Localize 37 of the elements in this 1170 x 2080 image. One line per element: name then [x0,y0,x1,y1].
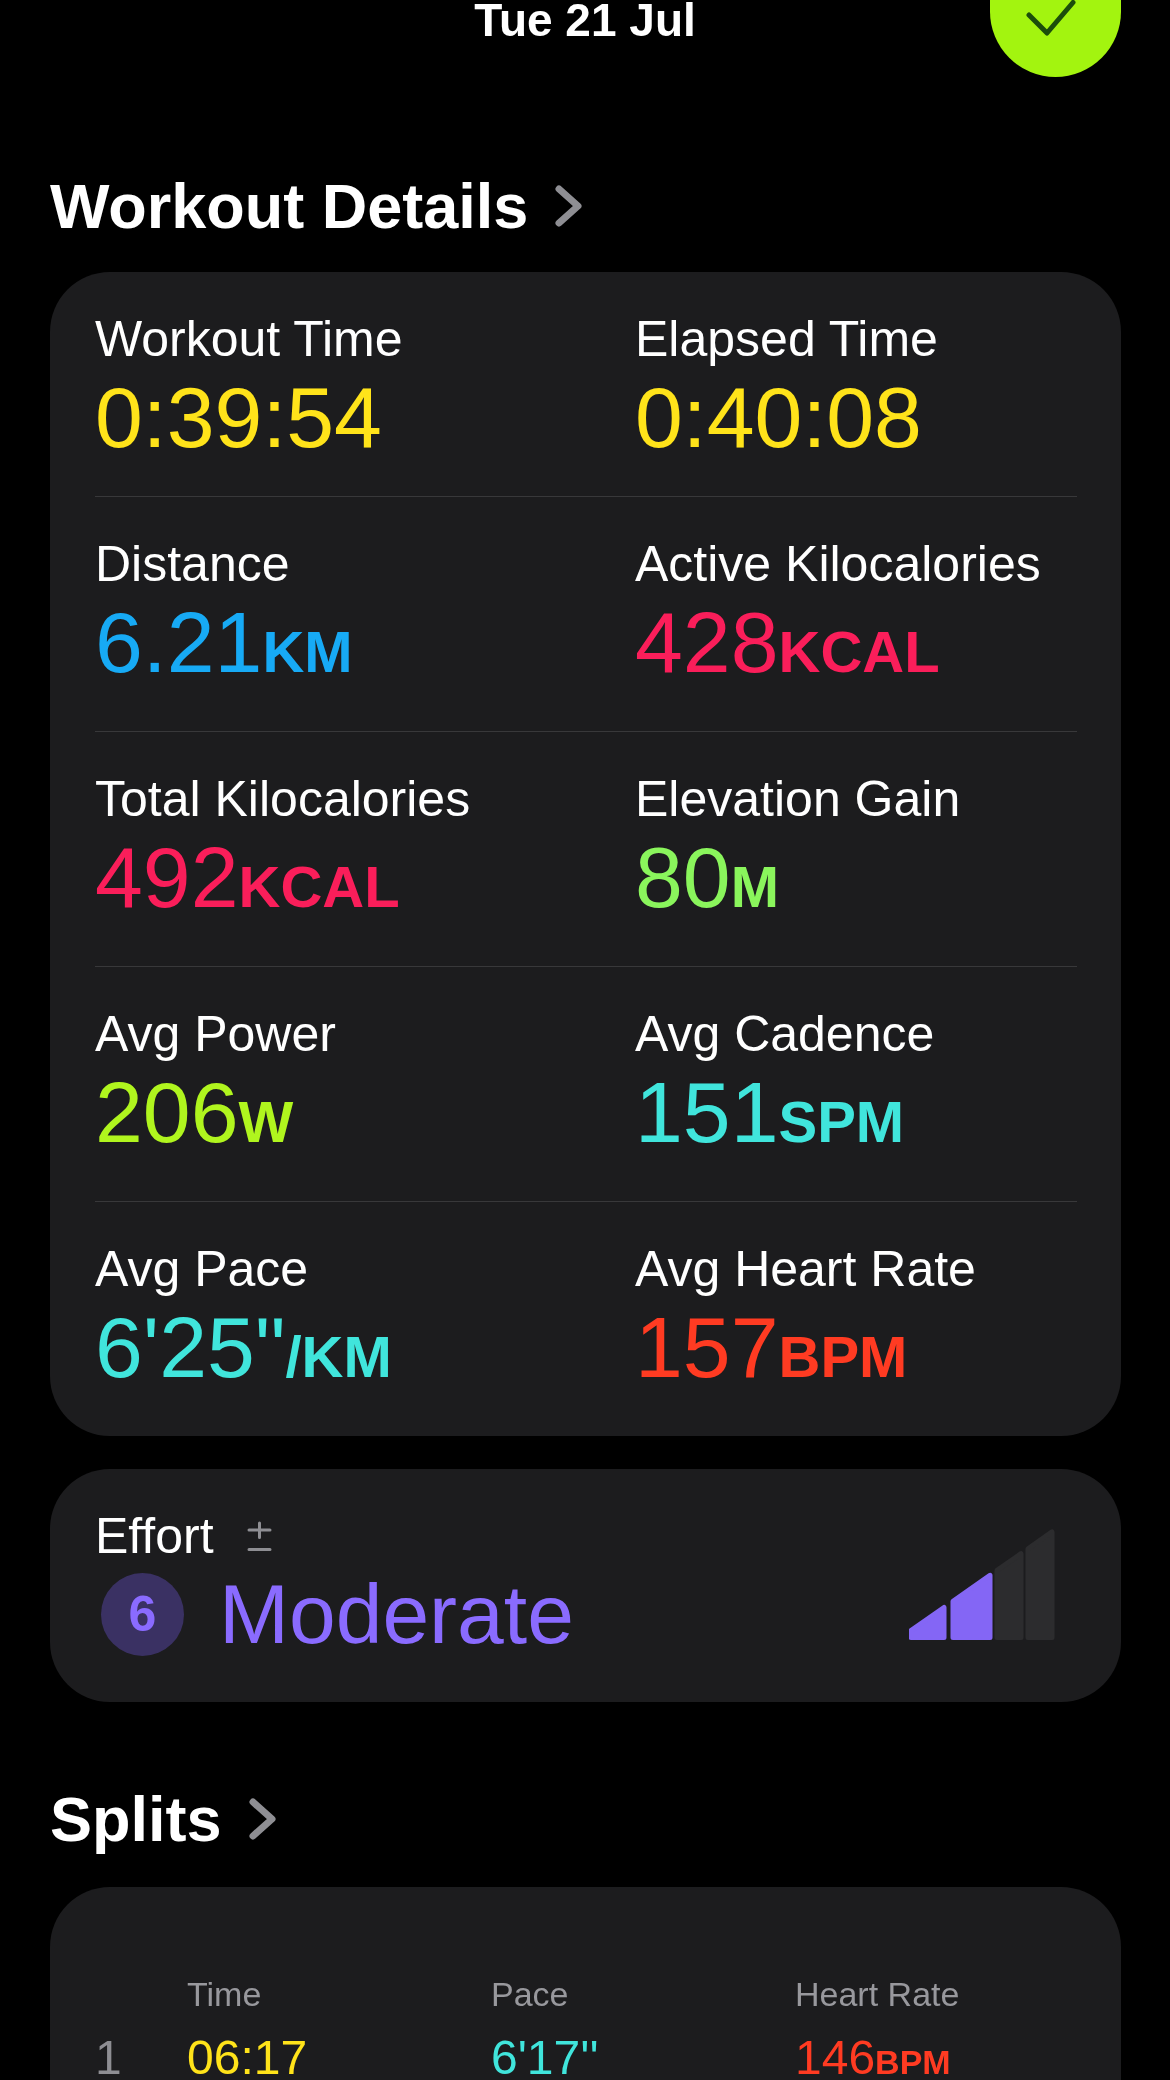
split-heart-rate: 146BPM [795,2030,952,2080]
metric-value: 0:39:54 [95,369,382,465]
metric-value: 428KCAL [635,594,940,692]
metric-label: Active Kilocalories [635,535,1041,594]
metric-label: Elapsed Time [635,310,938,369]
section-link[interactable]: Splits [50,1783,277,1855]
effort-rating: Moderate [219,1566,574,1662]
metric-value: 151SPM [635,1064,905,1162]
metric-value: 157BPM [635,1299,908,1397]
split-number: 1 [95,2030,123,2080]
metric-label: Avg Heart Rate [635,1240,976,1299]
section-link[interactable]: Workout Details [50,170,584,242]
metric-label: Workout Time [95,310,403,369]
metric-value: 6'25"/KM [95,1299,392,1397]
column-header: Pace [491,1974,570,2014]
chevron-right-icon [247,1798,277,1840]
metric-label: Total Kilocalories [95,770,471,829]
metric-value: 80M [635,829,779,927]
split-time: 06:17 [187,2030,309,2080]
metric-value: 6.21KM [95,594,353,692]
metric-label: Avg Power [95,1005,336,1064]
plus-minus-icon[interactable] [246,1520,272,1552]
metric-value: 492KCAL [95,829,400,927]
metric-label: Avg Pace [95,1240,309,1299]
checkmark-icon [1026,0,1076,37]
date-label: Tue 21 Jul [474,0,696,40]
effort-score: 6 [101,1572,184,1656]
effort-label: Effort [95,1507,214,1566]
metric-label: Avg Cadence [635,1005,935,1064]
metric-value: 206W [95,1064,294,1162]
metric-label: Elevation Gain [635,770,961,829]
column-header: Time [187,1974,263,2014]
column-header: Heart Rate [795,1974,961,2014]
metric-label: Distance [95,535,290,594]
chevron-right-icon [554,185,584,227]
split-pace: 6'17'' [491,2030,600,2080]
metric-value: 0:40:08 [635,369,922,465]
